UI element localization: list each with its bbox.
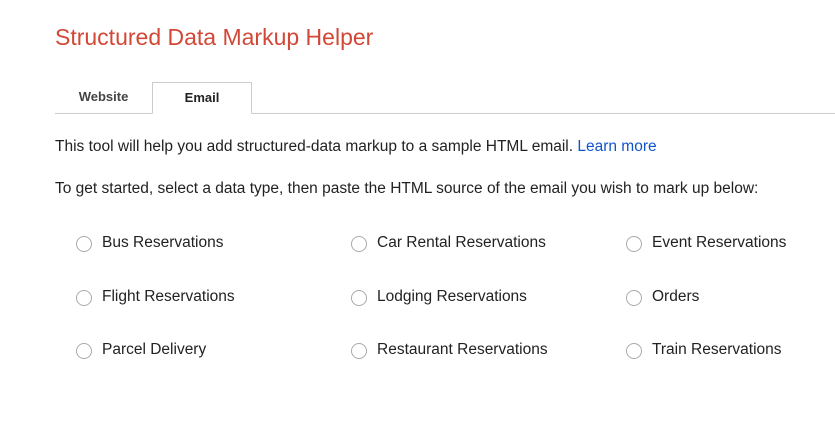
data-type-radio-group: Bus Reservations Car Rental Reservations…: [76, 232, 835, 362]
radio-option-restaurant-reservations[interactable]: Restaurant Reservations: [351, 339, 548, 361]
radio-label: Orders: [652, 288, 700, 305]
radio-button[interactable]: [76, 236, 92, 252]
radio-option-orders[interactable]: Orders: [626, 286, 699, 308]
learn-more-link[interactable]: Learn more: [577, 138, 656, 155]
radio-option-bus-reservations[interactable]: Bus Reservations: [76, 232, 223, 254]
page-title: Structured Data Markup Helper: [55, 24, 374, 50]
page: Structured Data Markup Helper Website Em…: [0, 0, 835, 421]
radio-button[interactable]: [626, 343, 642, 359]
radio-label: Parcel Delivery: [102, 341, 207, 358]
tab-email[interactable]: Email: [152, 82, 252, 114]
radio-label: Bus Reservations: [102, 234, 224, 251]
radio-option-event-reservations[interactable]: Event Reservations: [626, 232, 786, 254]
radio-button[interactable]: [626, 236, 642, 252]
radio-label: Flight Reservations: [102, 288, 235, 305]
radio-button[interactable]: [626, 290, 642, 306]
radio-label: Restaurant Reservations: [377, 341, 548, 358]
radio-label: Event Reservations: [652, 234, 787, 251]
radio-label: Lodging Reservations: [377, 288, 527, 305]
radio-option-flight-reservations[interactable]: Flight Reservations: [76, 286, 235, 308]
radio-label: Train Reservations: [652, 341, 782, 358]
radio-button[interactable]: [351, 290, 367, 306]
tab-website[interactable]: Website: [55, 82, 152, 113]
intro-text: This tool will help you add structured-d…: [55, 137, 657, 157]
radio-option-lodging-reservations[interactable]: Lodging Reservations: [351, 286, 527, 308]
radio-option-parcel-delivery[interactable]: Parcel Delivery: [76, 339, 206, 361]
radio-label: Car Rental Reservations: [377, 234, 546, 251]
radio-option-car-rental-reservations[interactable]: Car Rental Reservations: [351, 232, 546, 254]
instructions-text: To get started, select a data type, then…: [55, 180, 759, 197]
radio-button[interactable]: [351, 236, 367, 252]
intro-sentence: This tool will help you add structured-d…: [55, 138, 574, 155]
tab-bar: Website Email: [55, 82, 835, 114]
radio-button[interactable]: [76, 290, 92, 306]
radio-button[interactable]: [351, 343, 367, 359]
radio-option-train-reservations[interactable]: Train Reservations: [626, 339, 782, 361]
radio-button[interactable]: [76, 343, 92, 359]
